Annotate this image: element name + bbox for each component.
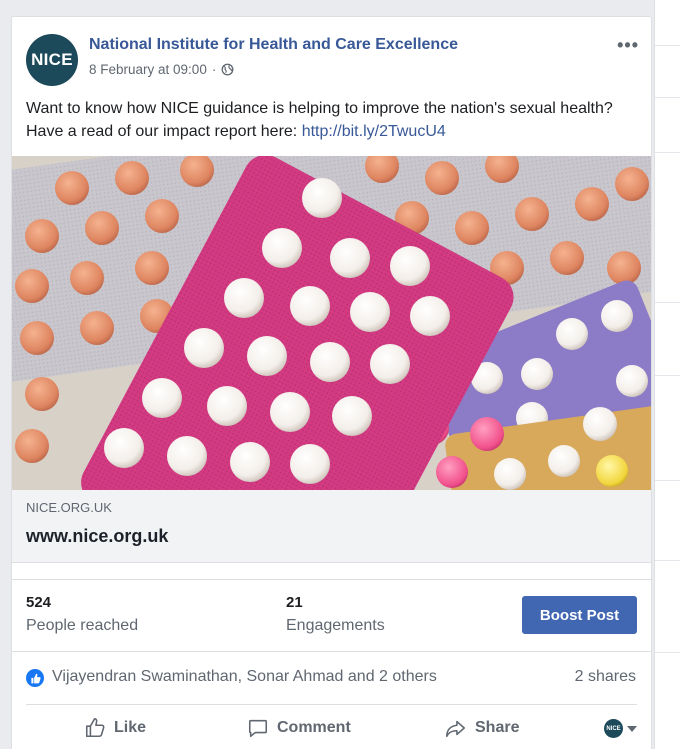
page-avatar[interactable]: NICE — [26, 34, 78, 86]
link-title[interactable]: www.nice.org.uk — [26, 526, 637, 547]
page-name-link[interactable]: National Institute for Health and Care E… — [89, 36, 458, 54]
action-bar: Like Comment Share NICE — [26, 704, 637, 749]
post-card: NICE National Institute for Health and C… — [11, 16, 652, 749]
engagements-stat[interactable]: 21 Engagements — [286, 594, 385, 635]
post-timestamp[interactable]: 8 February at 09:00 — [89, 62, 207, 77]
boost-post-button[interactable]: Boost Post — [522, 596, 637, 634]
share-label: Share — [475, 719, 520, 736]
globe-icon — [221, 63, 234, 76]
share-button[interactable]: Share — [445, 717, 519, 739]
right-sidebar-edge — [654, 0, 680, 749]
people-reached-count: 524 — [26, 594, 52, 611]
like-button[interactable]: Like — [84, 717, 146, 739]
engagements-label: Engagements — [286, 617, 385, 634]
reactions-bar: Vijayendran Swaminathan, Sonar Ahmad and… — [12, 652, 651, 704]
post-meta: 8 February at 09:00 · — [89, 62, 234, 77]
engagements-count: 21 — [286, 594, 303, 611]
people-reached-label: People reached — [26, 617, 139, 634]
people-reached-stat[interactable]: 524 People reached — [26, 594, 138, 635]
like-reaction-icon[interactable] — [26, 669, 44, 687]
more-options-icon[interactable]: ••• — [617, 35, 639, 56]
post-image[interactable] — [12, 156, 651, 490]
like-label: Like — [114, 719, 147, 736]
like-icon — [85, 718, 105, 738]
share-icon — [446, 720, 466, 738]
link-domain: NICE.ORG.UK — [26, 500, 112, 515]
comment-label: Comment — [277, 719, 351, 736]
reaction-names[interactable]: Vijayendran Swaminathan, Sonar Ahmad and… — [52, 668, 437, 686]
spacer — [12, 563, 651, 580]
shares-count[interactable]: 2 shares — [575, 668, 636, 686]
pill-packs-photo — [12, 156, 651, 490]
post-body: Want to know how NICE guidance is helpin… — [12, 93, 651, 156]
page-avatar-small: NICE — [604, 719, 623, 738]
meta-separator: · — [211, 62, 217, 77]
post-insights: 524 People reached 21 Engagements Boost … — [12, 580, 651, 652]
post-link[interactable]: http://bit.ly/2TwucU4 — [302, 123, 446, 140]
post-header: NICE National Institute for Health and C… — [12, 17, 651, 93]
comment-icon — [248, 719, 268, 738]
chevron-down-icon — [627, 725, 637, 732]
comment-button[interactable]: Comment — [247, 717, 351, 739]
link-preview[interactable]: NICE.ORG.UK www.nice.org.uk — [12, 490, 651, 563]
post-as-selector[interactable]: NICE — [604, 719, 637, 738]
